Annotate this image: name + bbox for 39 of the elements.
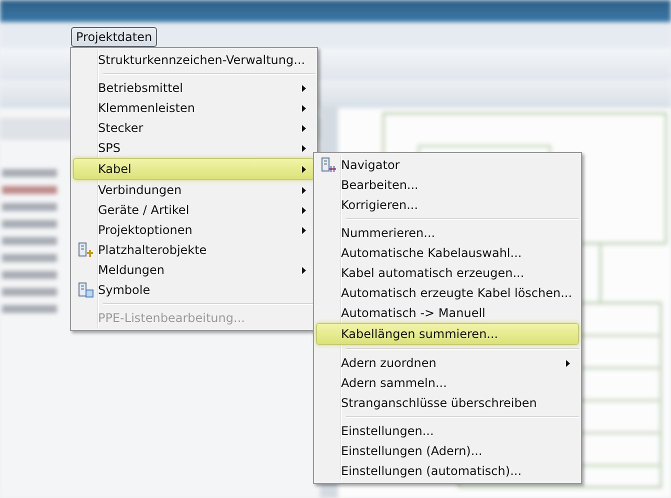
menu-item[interactable]: Einstellungen (Adern)...	[316, 441, 579, 461]
submenu-arrow-icon	[302, 206, 306, 214]
menu-item[interactable]: Verbindungen	[73, 180, 315, 200]
menu-item[interactable]: Kabel	[73, 158, 315, 180]
list-icon	[78, 242, 94, 258]
menu-item[interactable]: Bearbeiten...	[316, 175, 579, 195]
menu-item[interactable]: Geräte / Artikel	[73, 200, 315, 220]
menu-item[interactable]: Kabel automatisch erzeugen...	[316, 263, 579, 283]
submenu-arrow-icon	[302, 226, 306, 234]
submenu-arrow-icon	[302, 124, 306, 132]
list-icon	[78, 282, 94, 298]
menu-item[interactable]: Einstellungen (automatisch)...	[316, 461, 579, 481]
menu-item[interactable]: Einstellungen...	[316, 421, 579, 441]
menu-item[interactable]: Navigator	[316, 155, 579, 175]
menu-item[interactable]: Adern zuordnen	[316, 353, 579, 373]
menu-item[interactable]: Adern sammeln...	[316, 373, 579, 393]
menu-bar-item[interactable]: Projektdaten	[71, 27, 158, 47]
menu-item[interactable]: Automatische Kabelauswahl...	[316, 243, 579, 263]
menu-item[interactable]: Kabellängen summieren...	[316, 323, 579, 345]
menu-item[interactable]: Stranganschlüsse überschreiben	[316, 393, 579, 413]
menu-item[interactable]: Meldungen	[73, 260, 315, 280]
submenu-arrow-icon	[302, 166, 306, 172]
submenu-arrow-icon	[302, 84, 306, 92]
submenu-arrow-icon	[566, 360, 570, 366]
submenu-arrow-icon	[302, 104, 306, 112]
menu-item[interactable]: Nummerieren...	[316, 223, 579, 243]
menu-item[interactable]: Projektoptionen	[73, 220, 315, 240]
menu-item[interactable]: Stecker	[73, 118, 315, 138]
submenu-arrow-icon	[302, 144, 306, 152]
menu-item[interactable]: Symbole	[73, 280, 315, 300]
list-icon	[321, 157, 337, 173]
submenu-arrow-icon	[302, 266, 306, 274]
menu-item[interactable]: Platzhalterobjekte	[73, 240, 315, 260]
menu-item[interactable]: Korrigieren...	[316, 195, 579, 215]
menu-item[interactable]: Automatisch -> Manuell	[316, 303, 579, 323]
menu-item[interactable]: Klemmenleisten	[73, 98, 315, 118]
menu-item[interactable]: SPS	[73, 138, 315, 158]
menu-item[interactable]: Automatisch erzeugte Kabel löschen...	[316, 283, 579, 303]
submenu-arrow-icon	[302, 186, 306, 194]
